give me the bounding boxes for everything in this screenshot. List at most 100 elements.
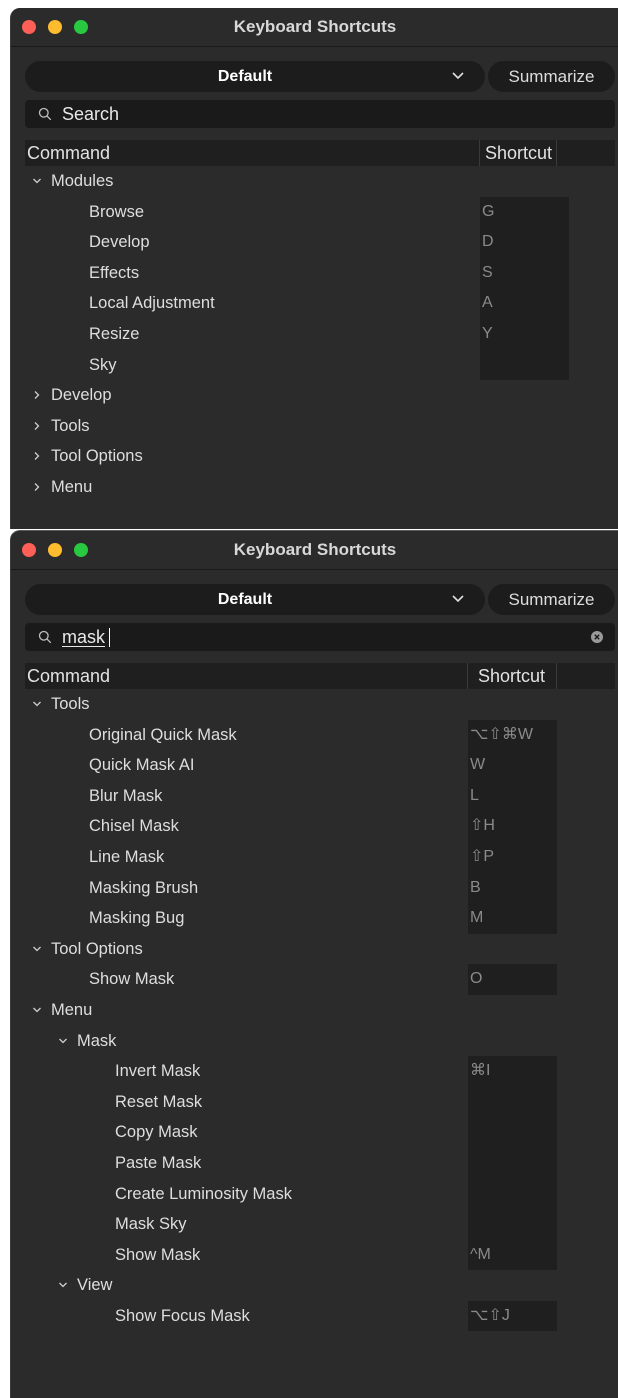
column-divider[interactable]	[467, 663, 468, 689]
preset-dropdown[interactable]: Default	[25, 584, 485, 615]
shortcut-cell[interactable]: ⇧H	[468, 811, 557, 842]
shortcut-cell[interactable]: W	[468, 750, 557, 781]
shortcut-cell[interactable]: A	[480, 288, 569, 319]
tree-row-blur-mask[interactable]: Blur Mask L	[25, 780, 615, 812]
tree-group-mask[interactable]: Mask	[25, 1026, 615, 1057]
tree-group-develop[interactable]: Develop	[25, 380, 615, 411]
tree-row-paste-mask[interactable]: Paste Mask	[25, 1147, 615, 1179]
shortcut-cell[interactable]	[480, 349, 569, 381]
chevron-down-icon[interactable]	[58, 1280, 68, 1290]
shortcut-cell[interactable]: B	[468, 872, 557, 904]
tree-group-tool-options[interactable]: Tool Options	[25, 934, 615, 965]
command-label: Modules	[51, 172, 114, 190]
title-bar[interactable]: Keyboard Shortcuts	[11, 531, 618, 569]
tree-row-invert-mask[interactable]: Invert Mask ⌘I	[25, 1056, 615, 1087]
keyboard-shortcuts-window-2: Keyboard Shortcuts Default Summarize mas…	[10, 530, 618, 1398]
chevron-down-icon[interactable]	[32, 699, 42, 709]
search-input[interactable]: Search	[62, 100, 119, 128]
shortcut-value: M	[470, 909, 484, 927]
tree-row-resize[interactable]: Resize Y	[25, 318, 615, 350]
tree-row-original-quick-mask[interactable]: Original Quick Mask ⌥⇧⌘W	[25, 719, 615, 751]
tree-row-masking-bug[interactable]: Masking Bug M	[25, 903, 615, 934]
tree-row-develop[interactable]: Develop D	[25, 227, 615, 258]
command-label: Show Mask	[89, 970, 175, 989]
tree-row-reset-mask[interactable]: Reset Mask	[25, 1086, 615, 1118]
tree-group-menu[interactable]: Menu	[25, 472, 615, 503]
tree-row-show-focus-mask[interactable]: Show Focus Mask ⌥⇧J	[25, 1300, 615, 1332]
shortcut-cell[interactable]: ⌘I	[468, 1056, 557, 1087]
shortcut-cell[interactable]: M	[468, 903, 557, 934]
tree-row-mask-sky[interactable]: Mask Sky	[25, 1209, 615, 1240]
tree-row-line-mask[interactable]: Line Mask ⇧P	[25, 841, 615, 873]
shortcut-column-header[interactable]: Shortcut	[485, 140, 552, 166]
tree-group-view[interactable]: View	[25, 1270, 615, 1301]
tree-row-create-luminosity-mask[interactable]: Create Luminosity Mask	[25, 1178, 615, 1210]
tree-row-masking-brush[interactable]: Masking Brush B	[25, 872, 615, 904]
shortcut-column-header[interactable]: Shortcut	[478, 663, 545, 689]
tree-row-browse[interactable]: Browse G	[25, 196, 615, 228]
command-label: Develop	[51, 386, 112, 405]
summarize-button[interactable]: Summarize	[488, 584, 615, 615]
tree-group-tools[interactable]: Tools	[25, 689, 615, 720]
tree-row-sky[interactable]: Sky	[25, 349, 615, 381]
tree-row-effects[interactable]: Effects S	[25, 257, 615, 289]
shortcut-value: W	[470, 756, 486, 774]
chevron-right-icon[interactable]	[32, 451, 42, 461]
shortcut-cell[interactable]	[468, 1209, 557, 1240]
shortcut-cell[interactable]: O	[468, 964, 557, 995]
chevron-down-icon[interactable]	[32, 1005, 42, 1015]
command-column-header[interactable]: Command	[27, 140, 110, 166]
shortcut-cell[interactable]	[468, 1086, 557, 1118]
shortcut-cell[interactable]: L	[468, 780, 557, 812]
tree-group-menu[interactable]: Menu	[25, 995, 615, 1026]
chevron-down-icon[interactable]	[32, 944, 42, 954]
shortcut-cell[interactable]: ⇧P	[468, 841, 557, 873]
shortcut-cell[interactable]: G	[480, 196, 569, 228]
column-divider[interactable]	[479, 140, 480, 166]
tree-row-chisel-mask[interactable]: Chisel Mask ⇧H	[25, 811, 615, 842]
title-divider	[11, 569, 618, 570]
chevron-right-icon[interactable]	[32, 421, 42, 431]
search-field[interactable]: Search	[25, 100, 615, 128]
tree-row-quick-mask-ai[interactable]: Quick Mask AI W	[25, 750, 615, 781]
shortcut-cell[interactable]: ⌥⇧⌘W	[468, 719, 557, 751]
command-label: Tools	[51, 695, 90, 713]
command-label: Sky	[89, 355, 117, 374]
tree-row-local-adjustment[interactable]: Local Adjustment A	[25, 288, 615, 319]
title-bar[interactable]: Keyboard Shortcuts	[11, 8, 618, 46]
command-label: Menu	[51, 1000, 93, 1019]
chevron-down-icon[interactable]	[58, 1036, 68, 1046]
column-divider[interactable]	[556, 140, 557, 166]
command-label: Mask Sky	[115, 1215, 187, 1234]
column-divider[interactable]	[556, 663, 557, 689]
shortcut-cell[interactable]	[468, 1178, 557, 1210]
window-title: Keyboard Shortcuts	[233, 17, 397, 36]
shortcut-cell[interactable]: S	[480, 257, 569, 289]
tree-group-tool-options[interactable]: Tool Options	[25, 441, 615, 472]
tree-row-show-mask[interactable]: Show Mask ^M	[25, 1239, 615, 1271]
tree-group-tools[interactable]: Tools	[25, 411, 615, 442]
chevron-right-icon[interactable]	[32, 390, 42, 400]
chevron-right-icon[interactable]	[32, 482, 42, 492]
search-input[interactable]: mask	[62, 623, 105, 651]
shortcut-cell[interactable]: ^M	[468, 1239, 557, 1271]
clear-search-icon[interactable]	[591, 631, 603, 643]
shortcut-cell[interactable]: ⌥⇧J	[468, 1300, 557, 1332]
tree-row-copy-mask[interactable]: Copy Mask	[25, 1117, 615, 1148]
shortcut-cell[interactable]: D	[480, 227, 569, 258]
summarize-button[interactable]: Summarize	[488, 61, 615, 92]
command-label: Tool Options	[51, 939, 143, 958]
shortcut-cell[interactable]: Y	[480, 318, 569, 350]
tree-row-show-mask[interactable]: Show Mask O	[25, 964, 615, 995]
search-field[interactable]: mask	[25, 623, 615, 651]
shortcut-cell[interactable]	[468, 1117, 557, 1148]
keyboard-shortcuts-window-1: Keyboard Shortcuts Default Summarize Sea…	[10, 8, 618, 529]
chevron-down-icon[interactable]	[32, 176, 42, 186]
preset-dropdown[interactable]: Default	[25, 61, 485, 92]
command-label: Original Quick Mask	[89, 725, 237, 744]
shortcut-cell[interactable]	[468, 1147, 557, 1179]
command-label: Show Focus Mask	[115, 1306, 250, 1325]
command-column-header[interactable]: Command	[27, 663, 110, 689]
tree-group-modules[interactable]: Modules	[25, 166, 615, 197]
shortcut-value: ⌥⇧⌘W	[470, 725, 533, 743]
